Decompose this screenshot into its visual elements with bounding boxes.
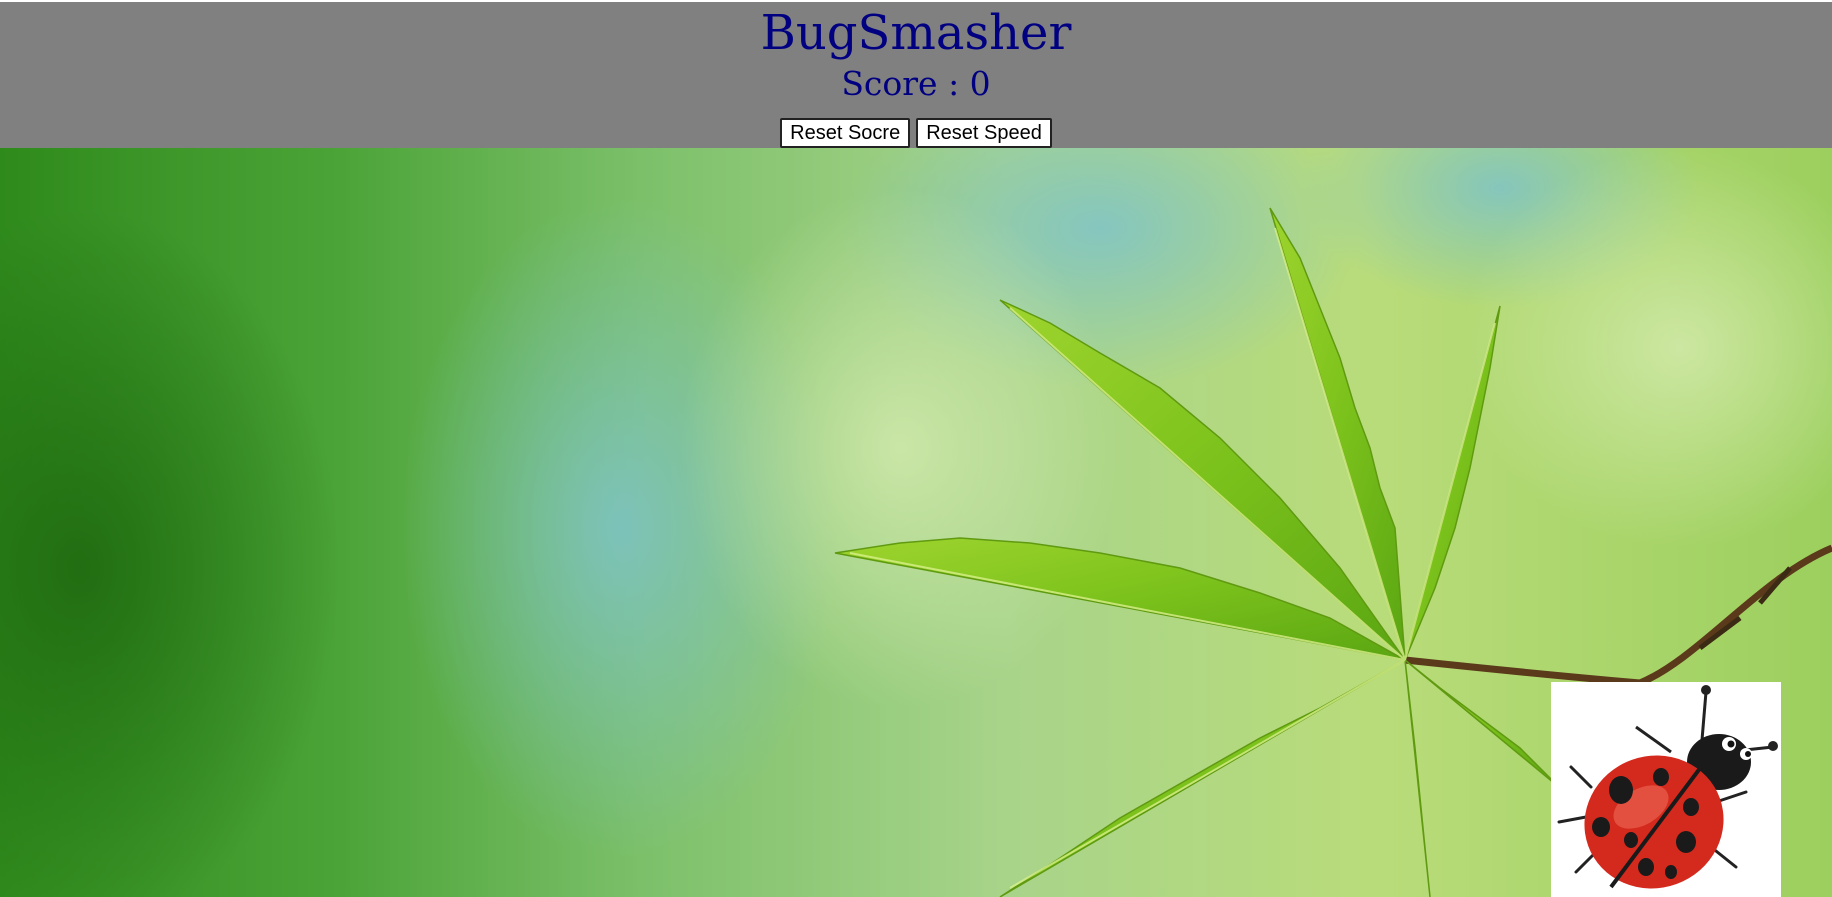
bug-target[interactable] (1551, 682, 1781, 897)
game-header: BugSmasher Score : 0 Reset Socre Reset S… (0, 2, 1832, 148)
score-value: 0 (969, 64, 991, 103)
score-label: Score : (841, 64, 970, 103)
reset-score-button[interactable]: Reset Socre (780, 118, 911, 148)
game-canvas[interactable] (0, 148, 1832, 897)
game-title: BugSmasher (760, 5, 1072, 61)
ladybug-icon (1557, 685, 1778, 889)
button-bar: Reset Socre Reset Speed (0, 118, 1832, 148)
score-display: Score : 0 (0, 62, 1832, 106)
reset-speed-button[interactable]: Reset Speed (916, 118, 1052, 148)
